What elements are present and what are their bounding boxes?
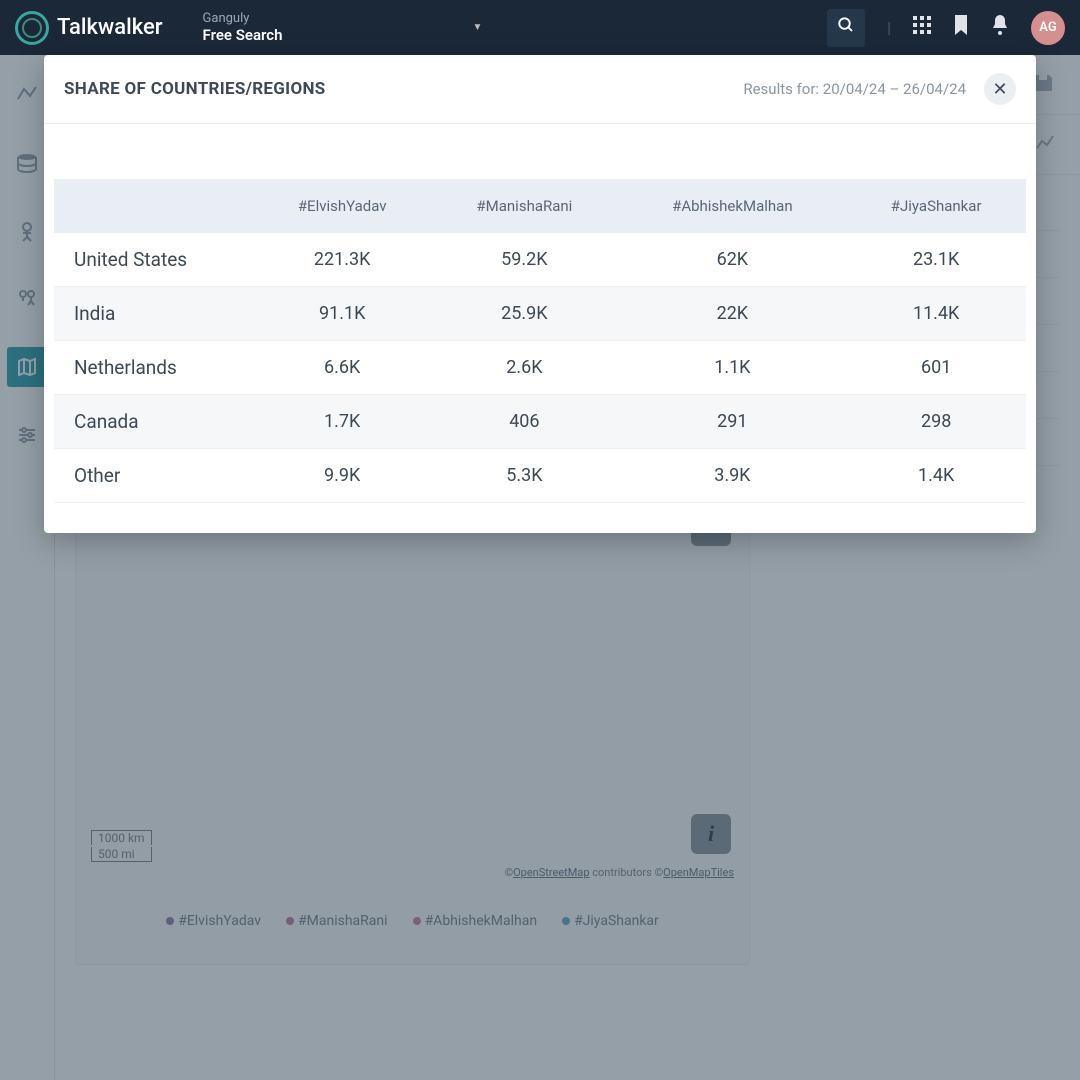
close-button[interactable]: ✕	[984, 73, 1016, 105]
value-cell: 1.1K	[618, 341, 846, 395]
value-cell: 91.1K	[254, 287, 430, 341]
value-cell: 11.4K	[846, 287, 1026, 341]
value-cell: 9.9K	[254, 449, 430, 503]
value-cell: 23.1K	[846, 233, 1026, 287]
value-cell: 1.4K	[846, 449, 1026, 503]
table-header-country	[54, 179, 254, 233]
brand-logo[interactable]: Talkwalker	[15, 11, 163, 45]
table-header-row: #ElvishYadav #ManishaRani #AbhishekMalha…	[54, 179, 1026, 233]
value-cell: 59.2K	[430, 233, 618, 287]
modal-date-range: Results for: 20/04/24 – 26/04/24	[743, 80, 966, 98]
table-header-col[interactable]: #ManishaRani	[430, 179, 618, 233]
value-cell: 221.3K	[254, 233, 430, 287]
table-header-col[interactable]: #JiyaShankar	[846, 179, 1026, 233]
table-row[interactable]: Canada 1.7K 406 291 298	[54, 395, 1026, 449]
value-cell: 298	[846, 395, 1026, 449]
table-row[interactable]: Netherlands 6.6K 2.6K 1.1K 601	[54, 341, 1026, 395]
modal-overlay[interactable]: SHARE OF COUNTRIES/REGIONS Results for: …	[0, 55, 1080, 1080]
value-cell: 5.3K	[430, 449, 618, 503]
divider: |	[887, 18, 891, 37]
modal-body: #ElvishYadav #ManishaRani #AbhishekMalha…	[44, 124, 1036, 533]
search-button[interactable]	[827, 9, 865, 47]
country-cell: Other	[54, 449, 254, 503]
logo-icon	[15, 11, 49, 45]
country-cell: Canada	[54, 395, 254, 449]
country-cell: Netherlands	[54, 341, 254, 395]
countries-table: #ElvishYadav #ManishaRani #AbhishekMalha…	[54, 179, 1026, 503]
value-cell: 291	[618, 395, 846, 449]
value-cell: 6.6K	[254, 341, 430, 395]
workspace-selector[interactable]: Ganguly Free Search	[203, 11, 283, 44]
value-cell: 62K	[618, 233, 846, 287]
app-header: Talkwalker Ganguly Free Search ▼ | AG	[0, 0, 1080, 55]
bell-icon[interactable]	[991, 15, 1009, 40]
value-cell: 25.9K	[430, 287, 618, 341]
value-cell: 2.6K	[430, 341, 618, 395]
value-cell: 22K	[618, 287, 846, 341]
table-row[interactable]: United States 221.3K 59.2K 62K 23.1K	[54, 233, 1026, 287]
country-cell: United States	[54, 233, 254, 287]
header-actions: | AG	[827, 9, 1065, 47]
apps-icon[interactable]	[913, 16, 931, 39]
table-header-col[interactable]: #ElvishYadav	[254, 179, 430, 233]
modal-header: SHARE OF COUNTRIES/REGIONS Results for: …	[44, 55, 1036, 124]
value-cell: 1.7K	[254, 395, 430, 449]
close-icon: ✕	[992, 79, 1007, 100]
table-header-col[interactable]: #AbhishekMalhan	[618, 179, 846, 233]
bookmark-icon[interactable]	[953, 15, 969, 40]
table-row[interactable]: India 91.1K 25.9K 22K 11.4K	[54, 287, 1026, 341]
chevron-down-icon[interactable]: ▼	[472, 22, 482, 33]
value-cell: 3.9K	[618, 449, 846, 503]
brand-name: Talkwalker	[57, 15, 163, 40]
avatar[interactable]: AG	[1031, 11, 1065, 45]
search-icon	[837, 16, 855, 39]
value-cell: 406	[430, 395, 618, 449]
country-cell: India	[54, 287, 254, 341]
table-row[interactable]: Other 9.9K 5.3K 3.9K 1.4K	[54, 449, 1026, 503]
workspace-title: Free Search	[203, 26, 283, 44]
workspace-owner: Ganguly	[203, 11, 283, 26]
modal-title: SHARE OF COUNTRIES/REGIONS	[64, 79, 326, 99]
value-cell: 601	[846, 341, 1026, 395]
share-countries-modal: SHARE OF COUNTRIES/REGIONS Results for: …	[44, 55, 1036, 533]
